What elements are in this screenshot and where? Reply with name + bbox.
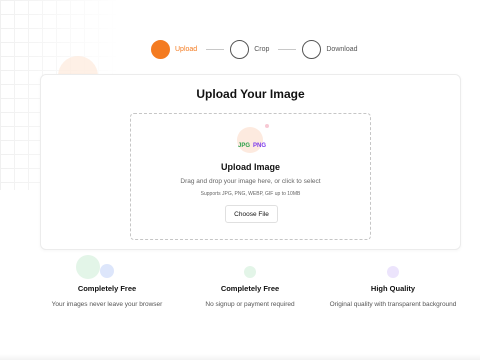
- feature-description: Your images never leave your browser: [51, 301, 163, 308]
- step-indicator: [230, 39, 250, 59]
- footer-fade: [0, 354, 480, 360]
- step-label: Upload: [175, 45, 198, 53]
- progress-stepper: Upload Crop Download: [151, 38, 358, 60]
- feature-privacy: Completely Free Your images never leave …: [32, 266, 182, 310]
- upload-card: Upload Your Image JPG PNG Upload Image D…: [40, 74, 461, 250]
- step-label: Download: [326, 45, 358, 53]
- feature-icon: [387, 266, 399, 278]
- step-connector: [206, 48, 225, 50]
- feature-description: No signup or payment required: [205, 301, 295, 308]
- step-upload[interactable]: Upload: [151, 39, 198, 59]
- dropzone-instruction: Drag and drop your image here, or click …: [180, 178, 321, 185]
- feature-title: High Quality: [370, 284, 416, 293]
- feature-icon: [244, 266, 256, 278]
- png-badge: PNG: [253, 143, 267, 149]
- jpg-badge: JPG: [238, 143, 251, 149]
- supported-formats-text: Supports JPG, PNG, WEBP, GIF up to 10MB: [200, 191, 301, 197]
- page-title: Upload Your Image: [196, 87, 305, 101]
- feature-title: Completely Free: [77, 284, 137, 293]
- step-download[interactable]: Download: [302, 39, 358, 59]
- step-crop[interactable]: Crop: [230, 39, 270, 59]
- step-indicator: [151, 39, 170, 59]
- step-indicator: [302, 39, 322, 59]
- feature-title: Completely Free: [220, 284, 280, 293]
- glow-decoration: [237, 127, 263, 153]
- upload-illustration-icon: JPG PNG: [235, 124, 275, 158]
- step-label: Crop: [254, 45, 270, 53]
- choose-file-button[interactable]: Choose File: [225, 205, 278, 223]
- feature-description: Original quality with transparent backgr…: [329, 301, 457, 308]
- feature-quality: High Quality Original quality with trans…: [318, 266, 468, 310]
- image-dropzone[interactable]: JPG PNG Upload Image Drag and drop your …: [130, 113, 371, 240]
- step-connector: [278, 48, 297, 50]
- dropzone-heading: Upload Image: [220, 162, 280, 172]
- dot-decoration: [265, 124, 269, 128]
- feature-free: Completely Free No signup or payment req…: [175, 266, 325, 310]
